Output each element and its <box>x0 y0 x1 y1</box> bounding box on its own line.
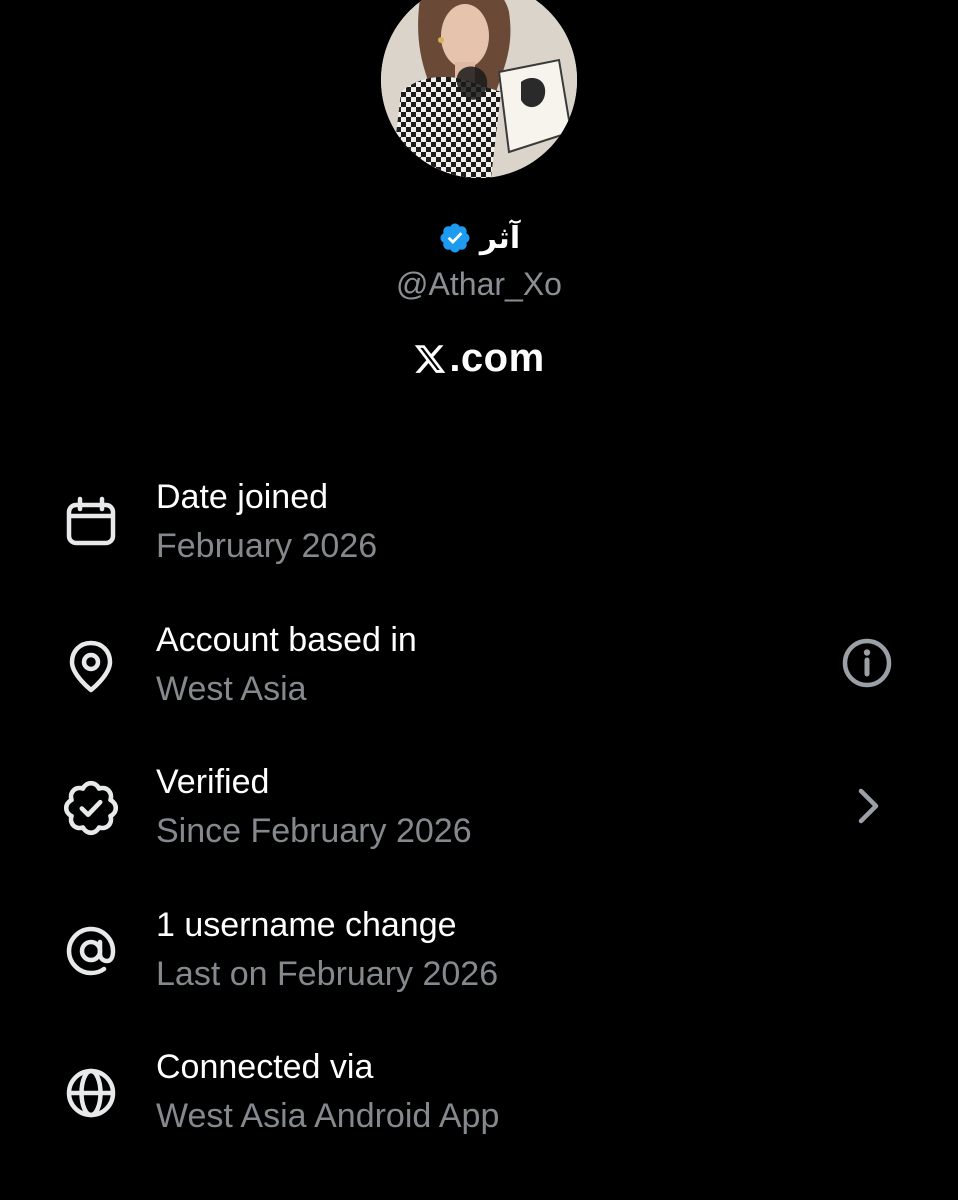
chevron-right-icon[interactable] <box>838 777 896 835</box>
info-row-title: Verified <box>156 763 270 801</box>
info-row-title: Account based in <box>156 620 417 659</box>
brand-domain: .com <box>0 336 958 381</box>
globe-icon <box>62 1064 120 1122</box>
info-row-verified[interactable]: Verified Since February 2026 <box>0 755 958 898</box>
info-row-connected-via: Connected via West Asia Android App <box>0 1040 958 1183</box>
info-row-subtitle: Since February 2026 <box>156 812 472 850</box>
profile-name-row: آثر <box>0 214 958 262</box>
info-row-subtitle: West Asia Android App <box>156 1097 500 1135</box>
info-row-account-based-in: Account based in West Asia <box>0 613 958 756</box>
info-row-title: Connected via <box>156 1048 374 1086</box>
avatar-photo <box>381 0 577 178</box>
info-row-date-joined: Date joined February 2026 <box>0 470 958 613</box>
info-row-title: Date joined <box>156 478 329 516</box>
info-icon[interactable] <box>838 634 896 692</box>
verified-seal-icon <box>62 779 120 837</box>
account-info-list: Date joined February 2026 Account based … <box>0 470 958 1183</box>
info-row-subtitle: February 2026 <box>156 527 378 565</box>
calendar-icon <box>62 494 120 552</box>
profile-avatar[interactable] <box>381 0 577 178</box>
x-logo-icon <box>415 344 446 373</box>
info-row-username-change: 1 username change Last on February 2026 <box>0 898 958 1041</box>
location-pin-icon <box>62 637 120 695</box>
username-handle: @Athar_Xo <box>396 266 562 302</box>
info-row-subtitle: Last on February 2026 <box>156 954 499 993</box>
info-row-subtitle: West Asia <box>156 669 307 708</box>
verified-badge-icon <box>440 223 470 253</box>
at-sign-icon <box>62 922 120 980</box>
brand-domain-text: .com <box>449 336 545 380</box>
display-name: آثر <box>479 220 521 256</box>
info-row-title: 1 username change <box>156 905 457 944</box>
